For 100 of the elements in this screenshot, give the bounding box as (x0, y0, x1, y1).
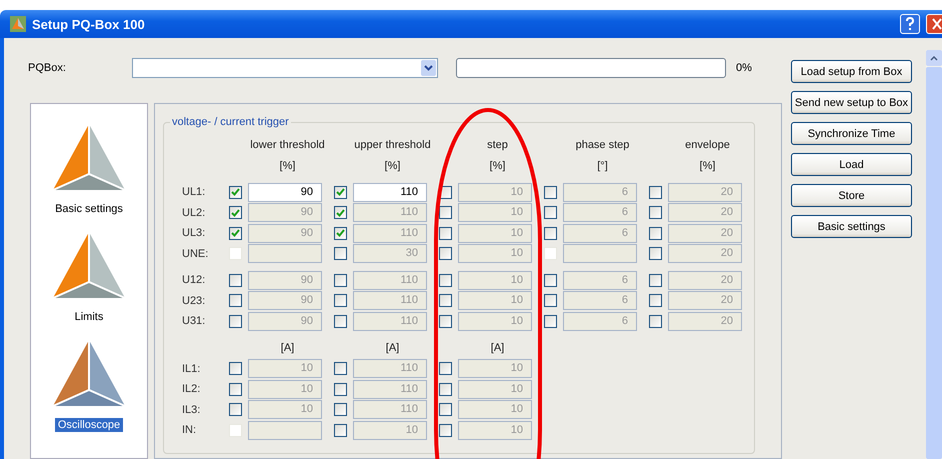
sidebar-item[interactable]: Limits (72, 310, 106, 324)
checkbox[interactable] (229, 362, 242, 376)
checkbox[interactable] (334, 274, 347, 287)
value-field[interactable]: 90 (248, 224, 322, 243)
checkbox[interactable] (334, 362, 347, 376)
checkbox[interactable] (439, 274, 452, 287)
value-field[interactable]: 6 (563, 270, 637, 290)
value-field[interactable]: 6 (563, 312, 637, 331)
value-field[interactable]: 20 (668, 224, 742, 243)
checkbox[interactable] (439, 362, 452, 376)
checkbox[interactable] (649, 226, 662, 240)
value-field[interactable]: 20 (668, 244, 742, 264)
help-button[interactable] (900, 14, 920, 34)
value-field[interactable]: 10 (458, 224, 532, 243)
value-field[interactable]: 90 (248, 203, 322, 222)
scroll-bar[interactable] (926, 50, 942, 459)
checkbox[interactable] (334, 382, 347, 396)
action-button[interactable]: Load setup from Box (791, 60, 912, 83)
checkbox[interactable] (439, 382, 452, 396)
value-field[interactable]: 110 (353, 400, 427, 420)
value-field[interactable]: 10 (458, 291, 532, 310)
value-field[interactable]: 10 (458, 182, 532, 202)
checkbox[interactable] (229, 186, 242, 199)
checkbox[interactable] (439, 206, 452, 220)
value-field[interactable]: 10 (458, 244, 532, 264)
checkbox[interactable] (649, 314, 662, 328)
value-field[interactable]: 10 (458, 420, 532, 440)
checkbox[interactable] (544, 226, 557, 240)
value-field[interactable]: 90 (248, 182, 322, 202)
checkbox[interactable] (439, 247, 452, 260)
value-field[interactable]: 110 (353, 224, 427, 243)
value-field[interactable]: 110 (353, 291, 427, 310)
checkbox[interactable] (334, 247, 347, 260)
checkbox[interactable] (649, 294, 662, 308)
checkbox[interactable] (229, 314, 242, 328)
value-field[interactable]: 10 (248, 400, 322, 420)
checkbox[interactable] (229, 403, 242, 416)
checkbox[interactable] (229, 274, 242, 287)
value-field[interactable]: 20 (668, 312, 742, 331)
value-field[interactable]: 20 (668, 291, 742, 310)
value-field[interactable]: 10 (353, 420, 427, 440)
checkbox[interactable] (439, 294, 452, 308)
value-field[interactable]: 90 (248, 312, 322, 331)
close-button[interactable] (926, 14, 942, 34)
value-field[interactable]: 90 (248, 270, 322, 290)
value-field[interactable]: 10 (458, 400, 532, 420)
value-field[interactable]: 110 (353, 270, 427, 290)
checkbox[interactable] (649, 206, 662, 220)
value-field[interactable]: 10 (458, 270, 532, 290)
checkbox[interactable] (334, 206, 347, 220)
value-field[interactable]: 6 (563, 182, 637, 202)
value-field[interactable]: 90 (248, 291, 322, 310)
value-field[interactable]: 10 (248, 359, 322, 378)
value-field[interactable]: 20 (668, 270, 742, 290)
action-button[interactable]: Basic settings (791, 215, 912, 238)
value-field[interactable]: 6 (563, 291, 637, 310)
value-field[interactable]: 110 (353, 182, 427, 202)
checkbox[interactable] (544, 294, 557, 308)
device-dropdown[interactable] (132, 58, 438, 78)
value-field[interactable]: 20 (668, 203, 742, 222)
checkbox[interactable] (229, 294, 242, 308)
scroll-up-button[interactable] (926, 50, 942, 66)
checkbox[interactable] (544, 206, 557, 220)
checkbox[interactable] (334, 186, 347, 199)
checkbox[interactable] (229, 226, 242, 240)
sidebar-item[interactable]: Oscilloscope (54, 418, 124, 432)
value-field[interactable]: 20 (668, 182, 742, 202)
value-field[interactable]: 10 (458, 312, 532, 331)
value-field[interactable]: 30 (353, 244, 427, 264)
checkbox[interactable] (439, 403, 452, 416)
value-field[interactable]: 6 (563, 203, 637, 222)
checkbox[interactable] (649, 186, 662, 199)
checkbox[interactable] (544, 314, 557, 328)
value-field[interactable]: 110 (353, 312, 427, 331)
value-field[interactable]: 6 (563, 224, 637, 243)
value-field[interactable]: 110 (353, 380, 427, 399)
action-button[interactable]: Store (791, 184, 912, 207)
checkbox[interactable] (649, 247, 662, 260)
value-field[interactable]: 10 (458, 380, 532, 399)
value-field[interactable]: 110 (353, 359, 427, 378)
value-field[interactable]: 10 (458, 203, 532, 222)
checkbox[interactable] (229, 382, 242, 396)
checkbox[interactable] (439, 314, 452, 328)
checkbox[interactable] (229, 206, 242, 220)
checkbox[interactable] (649, 274, 662, 287)
checkbox[interactable] (544, 186, 557, 199)
action-button[interactable]: Synchronize Time (791, 122, 912, 145)
action-button[interactable]: Send new setup to Box (791, 91, 912, 114)
checkbox[interactable] (439, 226, 452, 240)
checkbox[interactable] (334, 226, 347, 240)
checkbox[interactable] (544, 274, 557, 287)
action-button[interactable]: Load (791, 153, 912, 176)
checkbox[interactable] (439, 424, 452, 437)
checkbox[interactable] (334, 403, 347, 416)
checkbox[interactable] (334, 294, 347, 308)
value-field[interactable]: 10 (248, 380, 322, 399)
checkbox[interactable] (334, 424, 347, 437)
sidebar-item[interactable]: Basic settings (52, 202, 126, 216)
value-field[interactable]: 110 (353, 203, 427, 222)
value-field[interactable]: 10 (458, 359, 532, 378)
